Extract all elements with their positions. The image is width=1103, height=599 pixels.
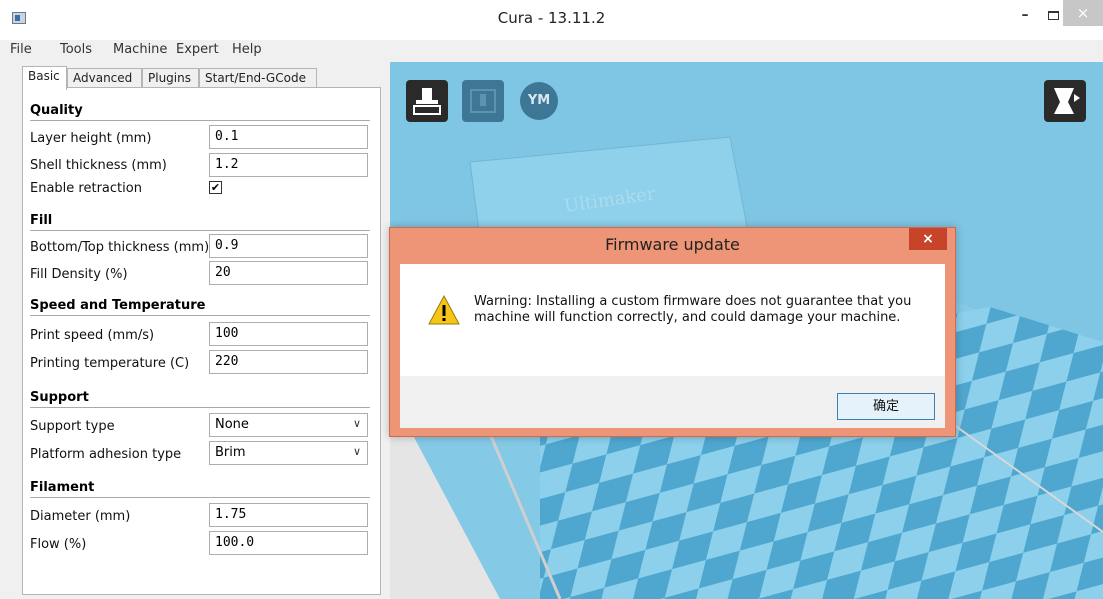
maximize-icon <box>1047 10 1059 20</box>
load-icon <box>413 88 441 115</box>
youmagine-button[interactable]: YM <box>518 80 560 122</box>
print-icon <box>470 89 496 113</box>
printing-temperature-label: Printing temperature (C) <box>30 356 190 371</box>
shell-thickness-input[interactable]: 1.2 <box>209 153 368 177</box>
chevron-down-icon: ∨ <box>352 445 361 458</box>
print-speed-input[interactable]: 100 <box>209 322 368 346</box>
support-type-value: None <box>215 417 249 432</box>
section-quality: Quality <box>30 103 83 118</box>
fill-density-input[interactable]: 20 <box>209 261 368 285</box>
dialog-close-button[interactable]: × <box>909 228 947 250</box>
ok-button[interactable]: 确定 <box>837 393 935 420</box>
platform-adhesion-value: Brim <box>215 445 246 460</box>
tab-basic[interactable]: Basic <box>22 66 67 90</box>
enable-retraction-checkbox[interactable]: ✔ <box>209 181 222 194</box>
divider <box>30 497 370 498</box>
menu-machine[interactable]: Machine <box>113 42 167 57</box>
printing-temperature-input[interactable]: 220 <box>209 350 368 374</box>
minimize-button[interactable]: – <box>1010 0 1040 30</box>
tab-advanced[interactable]: Advanced <box>67 68 142 88</box>
support-type-select[interactable]: None ∨ <box>209 413 368 437</box>
divider <box>30 230 370 231</box>
tab-start-end-gcode[interactable]: Start/End-GCode <box>199 68 317 88</box>
dialog-title: Firmware update <box>605 235 740 254</box>
layer-height-input[interactable]: 0.1 <box>209 125 368 149</box>
platform-adhesion-select[interactable]: Brim ∨ <box>209 441 368 465</box>
shell-thickness-label: Shell thickness (mm) <box>30 158 167 173</box>
enable-retraction-label: Enable retraction <box>30 181 142 196</box>
section-fill: Fill <box>30 213 53 228</box>
divider <box>30 120 370 121</box>
divider <box>30 315 370 316</box>
divider <box>30 407 370 408</box>
bottom-top-thickness-label: Bottom/Top thickness (mm) <box>30 240 210 255</box>
menu-help[interactable]: Help <box>232 42 262 57</box>
support-type-label: Support type <box>30 419 115 434</box>
menu-bar: File Tools Machine Expert Help <box>0 40 1103 62</box>
chevron-down-icon: ∨ <box>352 417 361 430</box>
dialog-body: Warning: Installing a custom firmware do… <box>400 264 945 428</box>
title-bar: Cura - 13.11.2 – × <box>0 0 1103 40</box>
layer-height-label: Layer height (mm) <box>30 131 152 146</box>
section-filament: Filament <box>30 480 95 495</box>
youmagine-icon: YM <box>520 82 558 120</box>
section-support: Support <box>30 390 89 405</box>
view-mode-button[interactable] <box>1044 80 1086 122</box>
dialog-message: Warning: Installing a custom firmware do… <box>474 294 912 325</box>
diameter-label: Diameter (mm) <box>30 509 131 524</box>
flow-input[interactable]: 100.0 <box>209 531 368 555</box>
print-button[interactable] <box>462 80 504 122</box>
menu-expert[interactable]: Expert <box>176 42 219 57</box>
platform-adhesion-label: Platform adhesion type <box>30 447 182 462</box>
view-mode-icon <box>1054 88 1080 114</box>
basic-tab-page: Quality Layer height (mm) 0.1 Shell thic… <box>22 87 381 595</box>
window-title: Cura - 13.11.2 <box>497 9 606 27</box>
close-button[interactable]: × <box>1063 0 1103 26</box>
tab-plugins[interactable]: Plugins <box>142 68 199 88</box>
menu-file[interactable]: File <box>10 42 32 57</box>
settings-panel: Basic Advanced Plugins Start/End-GCode Q… <box>0 62 390 599</box>
print-speed-label: Print speed (mm/s) <box>30 328 155 343</box>
bottom-top-thickness-input[interactable]: 0.9 <box>209 234 368 258</box>
diameter-input[interactable]: 1.75 <box>209 503 368 527</box>
warning-icon <box>428 294 460 325</box>
flow-label: Flow (%) <box>30 537 87 552</box>
dialog-footer: 确定 <box>400 376 945 428</box>
firmware-update-dialog: Firmware update × Warning: Installing a … <box>389 227 956 437</box>
load-model-button[interactable] <box>406 80 448 122</box>
section-speed-temperature: Speed and Temperature <box>30 298 206 313</box>
fill-density-label: Fill Density (%) <box>30 267 128 282</box>
menu-tools[interactable]: Tools <box>60 42 92 57</box>
